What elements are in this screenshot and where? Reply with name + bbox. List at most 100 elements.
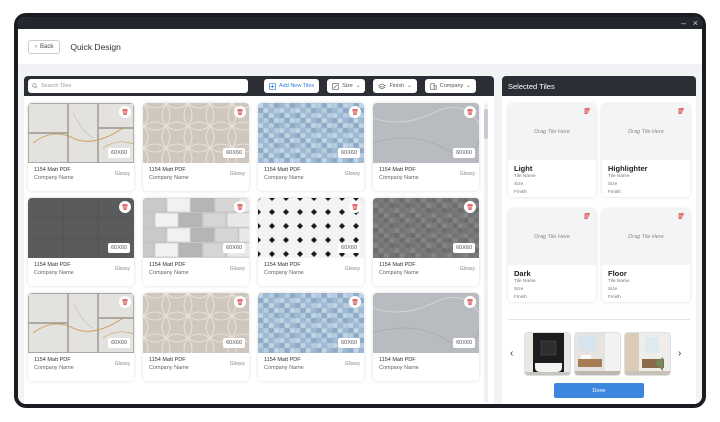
tile-company: Company Name <box>149 175 189 181</box>
tile-card[interactable]: 🗑 60X60 1154 Matt PDF Company Name Gloss… <box>258 198 364 286</box>
tile-name: 1154 Matt PDF <box>149 357 186 363</box>
slot-tile-size: Size <box>514 182 524 187</box>
room-thumbnail-bathroom-bright[interactable] <box>624 332 671 376</box>
slot-title: Floor <box>608 269 627 278</box>
trash-icon[interactable]: 🗑 <box>676 213 684 220</box>
tile-size-badge: 60X60 <box>108 148 130 158</box>
tile-name: 1154 Matt PDF <box>379 167 416 173</box>
trash-icon[interactable]: 🗑 <box>582 108 590 115</box>
tile-size-badge: 60X60 <box>338 338 360 348</box>
tile-card[interactable]: 🗑 60X60 1154 Matt PDF Company Name Gloss… <box>258 103 364 191</box>
trash-icon: 🗑 <box>466 299 474 306</box>
tile-company: Company Name <box>149 365 189 371</box>
drop-zone-text: Drag Tile Here <box>628 234 664 240</box>
delete-tile-button[interactable]: 🗑 <box>349 106 361 118</box>
delete-tile-button[interactable]: 🗑 <box>349 296 361 308</box>
company-filter[interactable]: Company ⌄ <box>424 79 476 93</box>
trash-icon: 🗑 <box>351 299 359 306</box>
delete-tile-button[interactable]: 🗑 <box>464 201 476 213</box>
tile-name: 1154 Matt PDF <box>34 262 71 268</box>
delete-tile-button[interactable]: 🗑 <box>464 106 476 118</box>
finish-filter[interactable]: Finish ⌄ <box>373 79 417 93</box>
title-bar: – × <box>18 17 702 29</box>
tile-finish: Glossy <box>344 266 360 272</box>
tile-finish: Glossy <box>229 361 245 367</box>
tile-company: Company Name <box>34 270 74 276</box>
selected-tile-slot[interactable]: Drag Tile Here 🗑 Dark Tile Name Size Fin… <box>508 209 596 302</box>
tile-image: 🗑 60X60 <box>258 103 364 163</box>
delete-tile-button[interactable]: 🗑 <box>349 201 361 213</box>
selected-tile-slot[interactable]: Drag Tile Here 🗑 Highlighter Tile Name S… <box>602 104 690 197</box>
prev-arrow-icon[interactable]: ‹ <box>510 348 513 359</box>
tile-image: 🗑 60X60 <box>373 198 479 258</box>
tile-card[interactable]: 🗑 60X60 1154 Matt PDF Company Name Gloss… <box>143 198 249 286</box>
tile-finish: Glossy <box>459 171 475 177</box>
tile-card[interactable]: 🗑 60X60 1154 Matt PDF Company Name Gloss… <box>143 103 249 191</box>
tile-image: 🗑 60X60 <box>143 103 249 191</box>
tile-card[interactable]: 🗑 60X60 1154 Matt PDF Company Name Gloss… <box>28 103 134 191</box>
back-label: Back <box>40 43 54 50</box>
tile-company: Company Name <box>264 270 304 276</box>
device-frame: – × ‹ Back Quick Design Search Tiles Add… <box>14 13 706 408</box>
tile-finish: Glossy <box>459 266 475 272</box>
drop-zone[interactable]: Drag Tile Here 🗑 <box>602 104 690 160</box>
tile-image: 🗑 60X60 <box>28 103 134 164</box>
tile-company: Company Name <box>264 365 304 371</box>
tile-card[interactable]: 🗑 60X60 1154 Matt PDF Company Name Gloss… <box>373 103 479 191</box>
trash-icon[interactable]: 🗑 <box>582 213 590 220</box>
tile-image: 🗑 60X60 <box>143 198 249 258</box>
delete-tile-button[interactable]: 🗑 <box>234 106 246 118</box>
trash-icon[interactable]: 🗑 <box>676 108 684 115</box>
minimize-button[interactable]: – <box>681 17 686 29</box>
tile-name: 1154 Matt PDF <box>264 357 301 363</box>
delete-tile-button[interactable]: 🗑 <box>234 201 246 213</box>
scrollbar-track[interactable] <box>484 103 488 403</box>
chevron-left-icon: ‹ <box>35 43 37 50</box>
trash-icon: 🗑 <box>466 204 474 211</box>
drop-zone[interactable]: Drag Tile Here 🗑 <box>508 104 596 160</box>
drop-zone[interactable]: Drag Tile Here 🗑 <box>508 209 596 265</box>
size-filter[interactable]: Size ⌄ <box>327 79 366 93</box>
tile-finish: Glossy <box>114 171 130 177</box>
done-button[interactable]: Done <box>554 383 644 398</box>
tile-company: Company Name <box>379 270 419 276</box>
room-thumbnail-bathroom-vanity[interactable] <box>574 332 621 376</box>
selected-tile-slot[interactable]: Drag Tile Here 🗑 Light Tile Name Size Fi… <box>508 104 596 197</box>
slot-tile-name: Tile Name <box>608 279 630 284</box>
drop-zone[interactable]: Drag Tile Here 🗑 <box>602 209 690 265</box>
tile-catalog-panel: Search Tiles Add New Tiles Size ⌄ Finish… <box>24 76 494 404</box>
close-button[interactable]: × <box>693 17 698 29</box>
delete-tile-button[interactable]: 🗑 <box>119 106 131 118</box>
trash-icon: 🗑 <box>351 204 359 211</box>
delete-tile-button[interactable]: 🗑 <box>234 296 246 308</box>
trash-icon: 🗑 <box>236 204 244 211</box>
tile-size-badge: 60X60 <box>338 243 360 253</box>
tile-finish: Glossy <box>229 266 245 272</box>
next-arrow-icon[interactable]: › <box>678 348 681 359</box>
back-button[interactable]: ‹ Back <box>28 39 61 54</box>
tile-card[interactable]: 🗑 60X60 1154 Matt PDF Company Name Gloss… <box>373 198 479 286</box>
trash-icon: 🗑 <box>236 299 244 306</box>
tile-card[interactable]: 🗑 60X60 1154 Matt PDF Company Name Gloss… <box>143 293 249 381</box>
catalog-toolbar: Search Tiles Add New Tiles Size ⌄ Finish… <box>24 76 494 96</box>
chevron-down-icon: ⌄ <box>407 83 412 89</box>
tile-card[interactable]: 🗑 60X60 1154 Matt PDF Company Name <box>373 293 479 381</box>
tile-card[interactable]: 🗑 60X60 1154 Matt PDF Company Name Gloss… <box>28 293 134 381</box>
page-title: Quick Design <box>70 41 121 52</box>
room-thumbnail-bathroom-dark[interactable] <box>524 332 571 376</box>
layers-icon <box>378 82 387 89</box>
add-new-tiles-button[interactable]: Add New Tiles <box>264 79 320 93</box>
slot-tile-finish: Finish <box>514 190 527 195</box>
scrollbar-thumb[interactable] <box>484 109 488 139</box>
delete-tile-button[interactable]: 🗑 <box>464 296 476 308</box>
slot-title: Dark <box>514 269 531 278</box>
search-input[interactable]: Search Tiles <box>28 79 248 93</box>
tile-company: Company Name <box>34 175 74 181</box>
tile-card[interactable]: 🗑 60X60 1154 Matt PDF Company Name Gloss… <box>258 293 364 381</box>
slot-tile-finish: Finish <box>514 295 527 300</box>
selected-tile-slot[interactable]: Drag Tile Here 🗑 Floor Tile Name Size Fi… <box>602 209 690 302</box>
delete-tile-button[interactable]: 🗑 <box>119 201 131 213</box>
delete-tile-button[interactable]: 🗑 <box>119 296 131 308</box>
chevron-down-icon: ⌄ <box>466 83 471 89</box>
tile-card[interactable]: 🗑 60X60 1154 Matt PDF Company Name Gloss… <box>28 198 134 286</box>
